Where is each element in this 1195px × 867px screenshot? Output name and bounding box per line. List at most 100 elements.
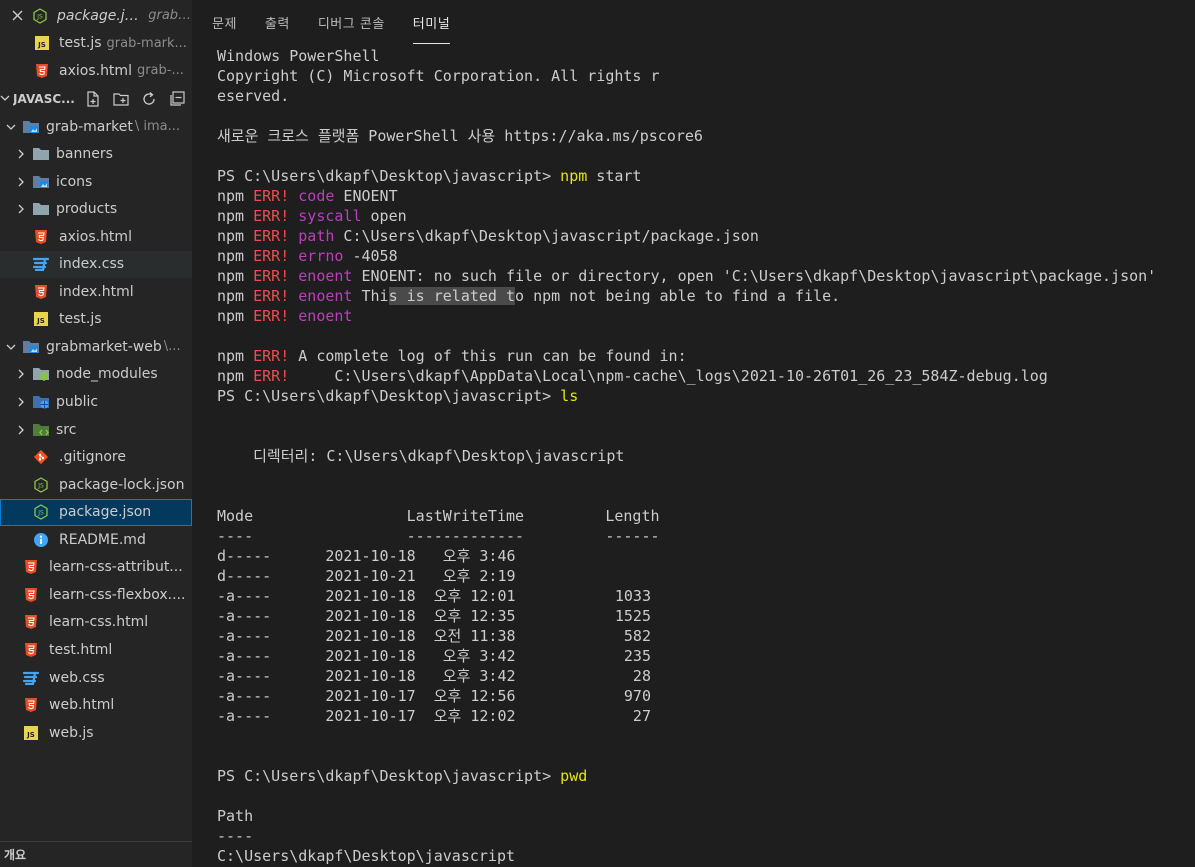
terminal-text: C:\Users\dkapf\Desktop\javascript <box>217 847 516 865</box>
terminal-text: open <box>361 207 407 225</box>
file-index-html[interactable]: index.html <box>0 278 192 305</box>
folder-public-icon <box>32 394 50 410</box>
terminal-text: npm <box>217 367 254 385</box>
terminal-text: d----- 2021-10-21 오후 2:19 <box>217 567 516 585</box>
panel-tabs: 문제 출력 디버그 콘솔 터미널 <box>212 0 478 44</box>
terminal-line: npm ERR! C:\Users\dkapf\AppData\Local\np… <box>217 366 1192 386</box>
file-test-html[interactable]: test.html <box>0 636 192 663</box>
folder-public[interactable]: public <box>0 389 192 416</box>
terminal-text: npm <box>217 347 254 365</box>
tree-item-label: grabmarket-web <box>46 338 162 355</box>
file-gitignore[interactable]: .gitignore <box>0 444 192 471</box>
folder-products[interactable]: products <box>0 196 192 223</box>
open-editor-label: axios.html <box>59 62 132 79</box>
terminal-error-tag: ERR! <box>253 247 290 265</box>
chevron-right-icon[interactable] <box>14 397 28 407</box>
terminal-line: npm ERR! code ENOENT <box>217 186 1192 206</box>
collapse-all-icon[interactable] <box>163 90 191 108</box>
terminal-text: ENOENT: no such file or directory, open … <box>352 267 1157 285</box>
file-learn-css-flexbox[interactable]: learn-css-flexbox.... <box>0 581 192 608</box>
terminal-line: d----- 2021-10-21 오후 2:19 <box>217 566 1192 586</box>
open-editor-axios-html[interactable]: axios.html grab-... <box>0 57 192 84</box>
terminal-text: path <box>298 227 335 245</box>
terminal-text: Path <box>217 807 254 825</box>
terminal-text: ---- <box>217 827 254 845</box>
open-editor-test-js[interactable]: JS test.js grab-mark... <box>0 30 192 57</box>
file-learn-css-attribut[interactable]: learn-css-attribut... <box>0 554 192 581</box>
terminal-text: npm <box>217 247 254 265</box>
terminal-text: 새로운 크로스 플랫폼 PowerShell 사용 https://aka.ms… <box>217 127 703 145</box>
file-test-js[interactable]: JS test.js <box>0 306 192 333</box>
folder-grabmarket-web[interactable]: grabmarket-web \... <box>0 333 192 360</box>
js-icon: JS <box>34 35 50 51</box>
chevron-down-icon[interactable] <box>0 92 10 106</box>
file-web-js[interactable]: JS web.js <box>0 719 192 746</box>
css-icon <box>32 256 50 272</box>
folder-src[interactable]: src <box>0 416 192 443</box>
tree-item-label: products <box>56 201 118 218</box>
html-icon <box>34 63 50 79</box>
file-package-lock-json[interactable]: JS package-lock.json <box>0 471 192 498</box>
chevron-right-icon[interactable] <box>14 369 28 379</box>
file-readme-md[interactable]: README.md <box>0 526 192 553</box>
file-axios-html[interactable]: axios.html <box>0 223 192 250</box>
terminal-text: s is related t <box>388 287 516 305</box>
tab-output[interactable]: 출력 <box>265 0 290 44</box>
file-package-json[interactable]: JS package.json <box>0 498 192 526</box>
terminal-text: npm <box>217 287 254 305</box>
open-editor-path: grab-... <box>148 8 192 23</box>
file-web-css[interactable]: web.css <box>0 664 192 691</box>
tree-item-label: package-lock.json <box>59 476 185 493</box>
terminal-line: 디렉터리: C:\Users\dkapf\Desktop\javascript <box>217 446 1192 466</box>
terminal-text: A complete log of this run can be found … <box>289 347 687 365</box>
terminal-line: Windows PowerShell <box>217 46 1192 66</box>
terminal-text: -a---- 2021-10-18 오후 3:42 28 <box>217 667 651 685</box>
folder-src-icon <box>32 422 50 438</box>
new-file-icon[interactable] <box>79 90 107 108</box>
open-editor-package-json[interactable]: JS package.json grab-... <box>0 2 192 29</box>
chevron-right-icon[interactable] <box>14 149 28 159</box>
terminal-error-tag: ERR! <box>253 347 290 365</box>
refresh-icon[interactable] <box>135 90 163 108</box>
folder-icons[interactable]: icons <box>0 168 192 195</box>
file-web-html[interactable]: web.html <box>0 692 192 719</box>
new-folder-icon[interactable] <box>107 90 135 108</box>
terminal-line: npm ERR! syscall open <box>217 206 1192 226</box>
folder-grab-market[interactable]: grab-market \ ima... <box>0 113 192 140</box>
terminal-text: -a---- 2021-10-17 오후 12:02 27 <box>217 707 651 725</box>
tab-terminal[interactable]: 터미널 <box>412 0 451 44</box>
terminal-line: ---- ------------- ------ <box>217 526 1192 546</box>
folder-banners[interactable]: banners <box>0 141 192 168</box>
explorer-section-header[interactable]: JAVASC... <box>0 86 192 112</box>
close-icon[interactable] <box>10 10 24 21</box>
terminal-text: PS C:\Users\dkapf\Desktop\javascript> <box>217 167 561 185</box>
file-index-css[interactable]: index.css <box>0 250 192 278</box>
tree-item-label: learn-css-attribut... <box>49 559 183 576</box>
tab-problems[interactable]: 문제 <box>212 0 237 44</box>
terminal-line: npm ERR! enoent <box>217 306 1192 326</box>
tree-item-label: package.json <box>59 504 152 521</box>
chevron-right-icon[interactable] <box>14 177 28 187</box>
terminal-output[interactable]: Windows PowerShell Copyright (C) Microsof… <box>217 46 1192 866</box>
terminal-error-tag: ERR! <box>253 267 290 285</box>
outline-section-header[interactable]: 개요 <box>0 841 192 867</box>
chevron-right-icon[interactable] <box>14 425 28 435</box>
terminal-line: -a---- 2021-10-17 오후 12:02 27 <box>217 706 1192 726</box>
file-learn-css-html[interactable]: learn-css.html <box>0 609 192 636</box>
terminal-line: -a---- 2021-10-17 오후 12:56 970 <box>217 686 1192 706</box>
chevron-down-icon[interactable] <box>4 342 18 352</box>
terminal-text: -a---- 2021-10-18 오후 12:01 1033 <box>217 587 651 605</box>
terminal-text: npm <box>217 307 254 325</box>
html-icon <box>22 587 40 603</box>
folder-node-modules[interactable]: node_modules <box>0 361 192 388</box>
chevron-down-icon[interactable] <box>4 122 18 132</box>
chevron-right-icon[interactable] <box>14 204 28 214</box>
svg-text:JS: JS <box>37 482 44 489</box>
js-icon: JS <box>22 725 40 741</box>
svg-text:JS: JS <box>37 41 46 49</box>
tab-debug-console[interactable]: 디버그 콘솔 <box>318 0 385 44</box>
